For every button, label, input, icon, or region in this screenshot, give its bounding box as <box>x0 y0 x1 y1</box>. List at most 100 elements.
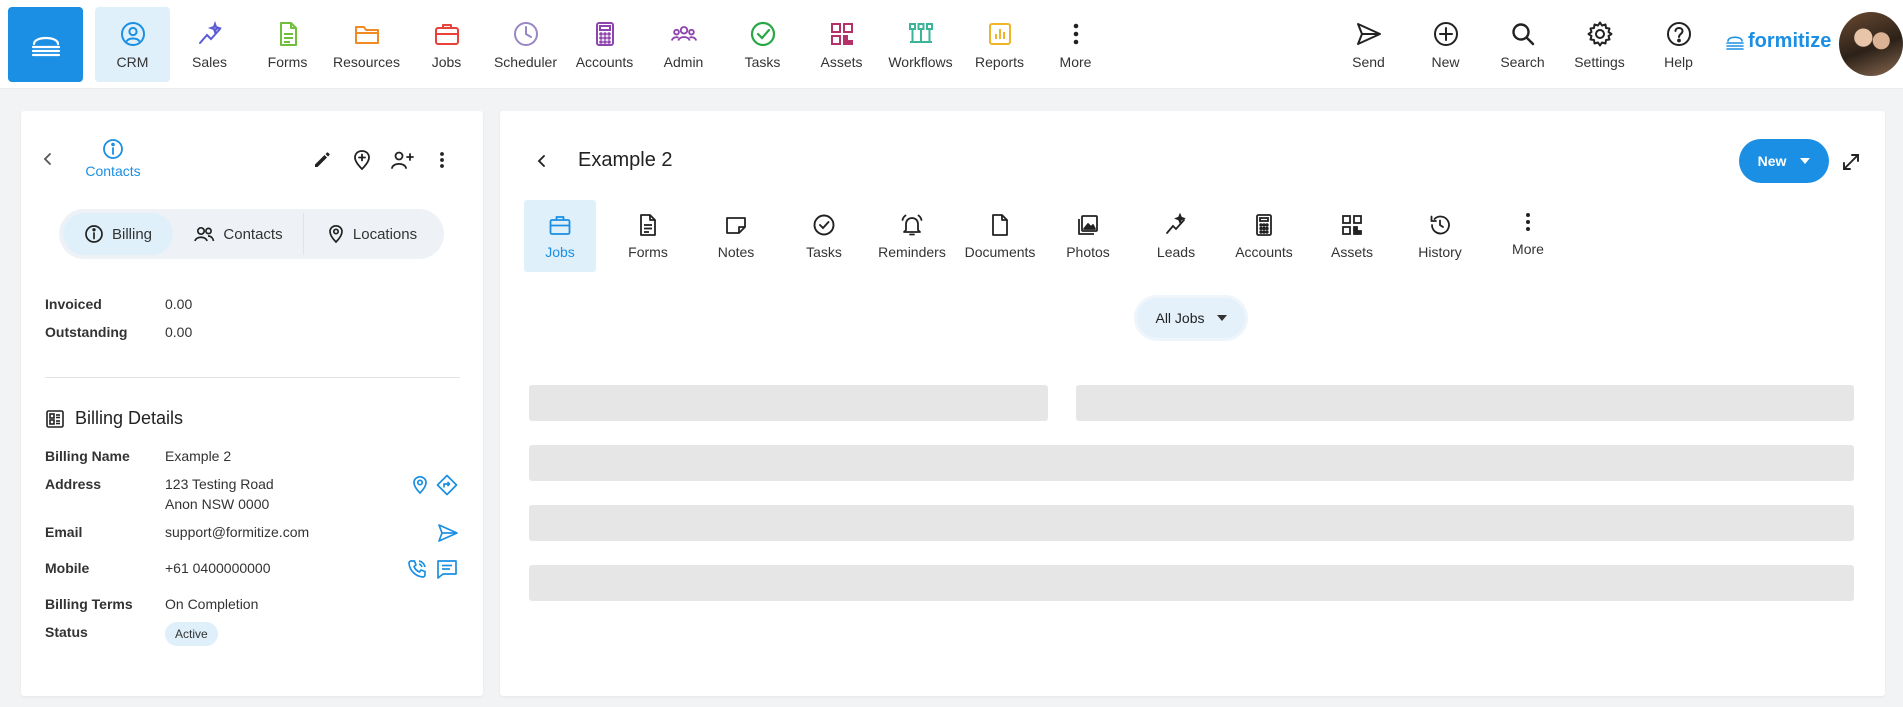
tab-jobs[interactable]: Jobs <box>524 200 596 272</box>
chevron-left-icon <box>43 153 51 165</box>
tab-history[interactable]: History <box>1404 200 1476 272</box>
map-location-button[interactable] <box>409 474 431 496</box>
segment-locations[interactable]: Locations <box>304 213 440 255</box>
billing-name-value: Example 2 <box>165 448 232 464</box>
jobs-filter-dropdown[interactable]: All Jobs <box>1134 295 1248 341</box>
nav-label: New <box>1431 53 1460 70</box>
nav-forms[interactable]: Forms <box>250 7 325 82</box>
nav-label: Workflows <box>888 53 953 70</box>
segment-label: Billing <box>111 225 153 243</box>
segment-label: Contacts <box>223 225 283 243</box>
back-button[interactable] <box>532 151 552 171</box>
nav-label: Sales <box>191 53 228 70</box>
more-options-button[interactable] <box>429 147 455 173</box>
address-line1: 123 Testing Road <box>165 476 274 492</box>
tab-forms[interactable]: Forms <box>612 200 684 272</box>
nav-label: Jobs <box>431 53 462 70</box>
tab-accounts[interactable]: Accounts <box>1228 200 1300 272</box>
invoiced-value: 0.00 <box>165 296 193 312</box>
mobile-value[interactable]: +61 0400000000 <box>165 560 271 576</box>
tab-label: More <box>1512 241 1544 257</box>
user-avatar[interactable] <box>1839 12 1903 76</box>
detail-segment-control: Billing Contacts Locations <box>59 209 444 259</box>
edit-button[interactable] <box>309 147 335 173</box>
tab-more[interactable]: More <box>1492 197 1564 269</box>
message-button[interactable] <box>436 558 458 580</box>
billing-details-icon <box>46 409 64 428</box>
nav-reports[interactable]: Reports <box>962 7 1037 82</box>
nav-label: CRM <box>116 53 149 70</box>
nav-more[interactable]: More <box>1038 7 1113 82</box>
folder-icon <box>353 20 381 48</box>
home-button[interactable] <box>8 7 83 82</box>
tab-leads[interactable]: Leads <box>1140 200 1212 272</box>
calculator-icon <box>1251 212 1277 238</box>
nav-assets[interactable]: Assets <box>804 7 879 82</box>
tab-assets[interactable]: Assets <box>1316 200 1388 272</box>
nav-sales[interactable]: Sales <box>172 7 247 82</box>
nav-crm[interactable]: CRM <box>95 7 170 82</box>
nav-resources[interactable]: Resources <box>329 7 404 82</box>
nav-new[interactable]: New <box>1408 7 1483 82</box>
send-email-button[interactable] <box>437 522 459 544</box>
send-icon <box>438 524 458 542</box>
outstanding-label: Outstanding <box>45 324 128 340</box>
email-label: Email <box>45 524 83 540</box>
pencil-icon <box>315 152 330 167</box>
phone-icon <box>408 560 426 578</box>
nav-scheduler[interactable]: Scheduler <box>488 7 563 82</box>
nav-search[interactable]: Search <box>1485 7 1560 82</box>
add-location-button[interactable] <box>349 147 375 173</box>
email-value[interactable]: support@formitize.com <box>165 524 309 540</box>
contact-details-panel: Contacts Billing Contacts Locations Invo… <box>21 111 483 696</box>
nav-jobs[interactable]: Jobs <box>409 7 484 82</box>
chat-icon <box>437 560 457 579</box>
history-icon <box>1427 212 1453 238</box>
chevron-left-icon <box>537 155 545 167</box>
tab-documents[interactable]: Documents <box>964 200 1036 272</box>
nav-label: Assets <box>820 53 863 70</box>
nav-label: Send <box>1352 53 1385 70</box>
tab-label: Notes <box>717 244 755 260</box>
nav-send[interactable]: Send <box>1331 7 1406 82</box>
section-divider <box>45 377 460 378</box>
record-detail-panel: Example 2 New Jobs Forms Notes Tasks Rem… <box>500 111 1885 696</box>
directions-button[interactable] <box>436 474 458 496</box>
loading-skeleton <box>529 385 1048 421</box>
nav-tasks[interactable]: Tasks <box>725 7 800 82</box>
nav-settings[interactable]: Settings <box>1562 7 1637 82</box>
send-icon <box>1355 20 1383 48</box>
mobile-label: Mobile <box>45 560 90 576</box>
tab-label: Reminders <box>878 244 946 260</box>
back-button[interactable] <box>38 149 58 169</box>
tab-reminders[interactable]: Reminders <box>876 200 948 272</box>
more-vertical-icon <box>440 152 444 168</box>
nav-accounts[interactable]: Accounts <box>567 7 642 82</box>
new-dropdown-button[interactable]: New <box>1739 139 1829 183</box>
calculator-icon <box>591 20 619 48</box>
address-line2: Anon NSW 0000 <box>165 496 270 512</box>
photos-icon <box>1075 212 1101 238</box>
tab-tasks[interactable]: Tasks <box>788 200 860 272</box>
brand-logo[interactable]: formitize <box>1726 30 1831 53</box>
expand-button[interactable] <box>1840 151 1862 173</box>
call-button[interactable] <box>406 558 428 580</box>
more-vertical-icon <box>1062 20 1090 48</box>
tab-label: Jobs <box>545 244 575 260</box>
tab-notes[interactable]: Notes <box>700 200 772 272</box>
address-label: Address <box>45 476 102 492</box>
tab-photos[interactable]: Photos <box>1052 200 1124 272</box>
nav-help[interactable]: Help <box>1641 7 1716 82</box>
segment-contacts[interactable]: Contacts <box>173 213 303 255</box>
segment-billing[interactable]: Billing <box>63 213 173 255</box>
nav-admin[interactable]: Admin <box>646 7 721 82</box>
loading-skeleton <box>529 565 1854 601</box>
add-contact-button[interactable] <box>389 147 415 173</box>
briefcase-icon <box>433 20 461 48</box>
briefcase-icon <box>547 212 573 238</box>
file-icon <box>987 212 1013 238</box>
nav-workflows[interactable]: Workflows <box>883 7 958 82</box>
contacts-info-link[interactable]: Contacts <box>73 138 153 179</box>
nav-label: Admin <box>663 53 704 70</box>
billing-name-label: Billing Name <box>45 448 130 464</box>
